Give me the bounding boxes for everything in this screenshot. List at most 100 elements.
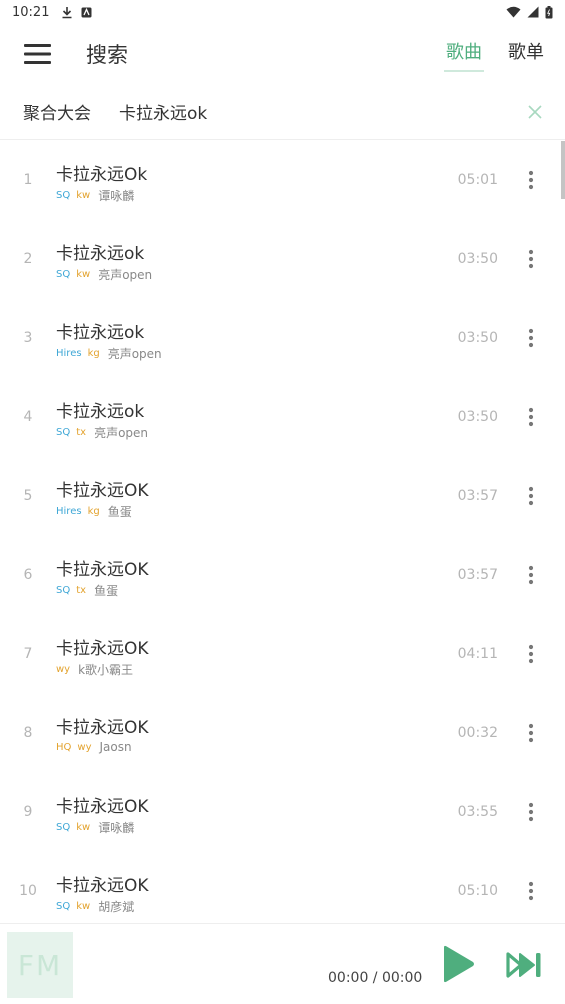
source-badge: kw (76, 901, 91, 912)
tab-playlists[interactable]: 歌单 (508, 38, 544, 70)
more-vertical-icon (528, 328, 534, 348)
wifi-icon (506, 6, 521, 18)
singer-name: 鱼蛋 (107, 505, 132, 519)
source-badge: tx (76, 585, 87, 596)
singer-name: k歌小霸王 (78, 663, 134, 677)
play-icon (444, 945, 474, 983)
source-badge: kw (76, 822, 91, 833)
source-badge: kg (87, 348, 100, 359)
scrollbar[interactable] (561, 141, 565, 199)
song-index: 5 (23, 488, 33, 504)
song-index: 6 (23, 567, 33, 583)
song-index: 1 (23, 172, 33, 188)
song-list[interactable]: 1 卡拉永远Ok SQ kw 谭咏麟 05:01 2 卡拉永远ok SQ kw … (0, 141, 565, 923)
more-options-button[interactable] (519, 168, 543, 192)
song-duration: 03:50 (457, 409, 498, 425)
album-cover[interactable]: FM (7, 932, 73, 998)
tab-songs[interactable]: 歌曲 (444, 38, 484, 72)
song-meta: SQ kw 谭咏麟 (56, 819, 134, 836)
list-item[interactable]: 1 卡拉永远Ok SQ kw 谭咏麟 05:01 (0, 141, 565, 220)
source-selector[interactable]: 聚合大会 (23, 99, 91, 124)
song-name: 卡拉永远OK (56, 560, 149, 580)
song-name: 卡拉永远OK (56, 797, 149, 817)
more-vertical-icon (528, 486, 534, 506)
song-name: 卡拉永远ok (56, 323, 145, 343)
skip-next-icon (506, 952, 541, 978)
song-name: 卡拉永远OK (56, 876, 149, 896)
singer-name: 亮声open (107, 347, 162, 361)
more-options-button[interactable] (519, 563, 543, 587)
signal-icon (527, 6, 539, 18)
source-badge: wy (77, 741, 92, 753)
quality-badge: SQ (56, 585, 71, 596)
song-duration: 03:50 (457, 251, 498, 267)
more-options-button[interactable] (519, 721, 543, 745)
song-meta: SQ tx 鱼蛋 (56, 582, 118, 599)
singer-name: 鱼蛋 (94, 584, 119, 598)
list-item[interactable]: 5 卡拉永远OK Hires kg 鱼蛋 03:57 (0, 457, 565, 536)
player-bar: FM 00:00 / 00:00 (0, 923, 565, 1004)
singer-name: 亮声open (94, 426, 149, 440)
source-badge: tx (76, 427, 87, 438)
song-duration: 00:32 (457, 725, 498, 741)
song-meta: SQ kw 亮声open (56, 266, 152, 283)
list-item[interactable]: 2 卡拉永远ok SQ kw 亮声open 03:50 (0, 220, 565, 299)
list-item[interactable]: 7 卡拉永远OK wy k歌小霸王 04:11 (0, 615, 565, 694)
more-options-button[interactable] (519, 800, 543, 824)
playback-time: 00:00 / 00:00 (328, 970, 423, 986)
song-name: 卡拉永远OK (56, 639, 149, 659)
song-duration: 03:50 (457, 330, 498, 346)
close-icon (528, 105, 542, 119)
song-meta: wy k歌小霸王 (56, 661, 133, 678)
singer-name: 胡彦斌 (98, 900, 135, 914)
list-item[interactable]: 6 卡拉永远OK SQ tx 鱼蛋 03:57 (0, 536, 565, 615)
more-options-button[interactable] (519, 326, 543, 350)
quality-badge: SQ (56, 269, 71, 280)
more-options-button[interactable] (519, 642, 543, 666)
quality-badge: SQ (56, 822, 71, 833)
song-meta: HQ wy Jaosn (56, 740, 132, 754)
more-vertical-icon (528, 723, 534, 743)
hamburger-menu-icon (24, 44, 51, 64)
list-item[interactable]: 4 卡拉永远ok SQ tx 亮声open 03:50 (0, 378, 565, 457)
song-name: 卡拉永远ok (56, 402, 145, 422)
source-badge: kw (76, 190, 91, 201)
list-item[interactable]: 8 卡拉永远OK HQ wy Jaosn 00:32 (0, 694, 565, 773)
more-options-button[interactable] (519, 484, 543, 508)
search-bar: 聚合大会 (0, 84, 565, 140)
menu-button[interactable] (12, 28, 64, 80)
list-item[interactable]: 9 卡拉永远OK SQ kw 谭咏麟 03:55 (0, 773, 565, 852)
singer-name: 亮声open (98, 268, 153, 282)
singer-name: Jaosn (99, 740, 132, 754)
song-name: 卡拉永远OK (56, 718, 149, 738)
quality-badge: SQ (56, 901, 71, 912)
status-bar: 10:21 (0, 0, 565, 24)
more-options-button[interactable] (519, 405, 543, 429)
song-duration: 05:01 (457, 172, 498, 188)
source-badge: kg (87, 506, 100, 517)
quality-badge: SQ (56, 190, 71, 201)
more-vertical-icon (528, 407, 534, 427)
song-index: 7 (23, 646, 33, 662)
download-icon (62, 6, 72, 18)
singer-name: 谭咏麟 (98, 821, 135, 835)
quality-badge: Hires (56, 506, 82, 517)
song-meta: SQ kw 胡彦斌 (56, 898, 134, 915)
quality-badge: Hires (56, 348, 82, 359)
more-vertical-icon (528, 802, 534, 822)
list-item[interactable]: 3 卡拉永远ok Hires kg 亮声open 03:50 (0, 299, 565, 378)
song-index: 9 (23, 804, 33, 820)
list-item[interactable]: 10 卡拉永远OK SQ kw 胡彦斌 05:10 (0, 852, 565, 923)
song-duration: 04:11 (457, 646, 498, 662)
play-button[interactable] (440, 944, 476, 984)
song-duration: 03:55 (457, 804, 498, 820)
more-options-button[interactable] (519, 879, 543, 903)
source-badge: kw (76, 269, 91, 280)
more-options-button[interactable] (519, 247, 543, 271)
clear-search-button[interactable] (525, 102, 545, 122)
more-vertical-icon (528, 881, 534, 901)
song-index: 2 (23, 251, 33, 267)
next-button[interactable] (505, 950, 545, 980)
song-meta: Hires kg 鱼蛋 (56, 503, 132, 520)
search-input[interactable] (119, 101, 479, 122)
